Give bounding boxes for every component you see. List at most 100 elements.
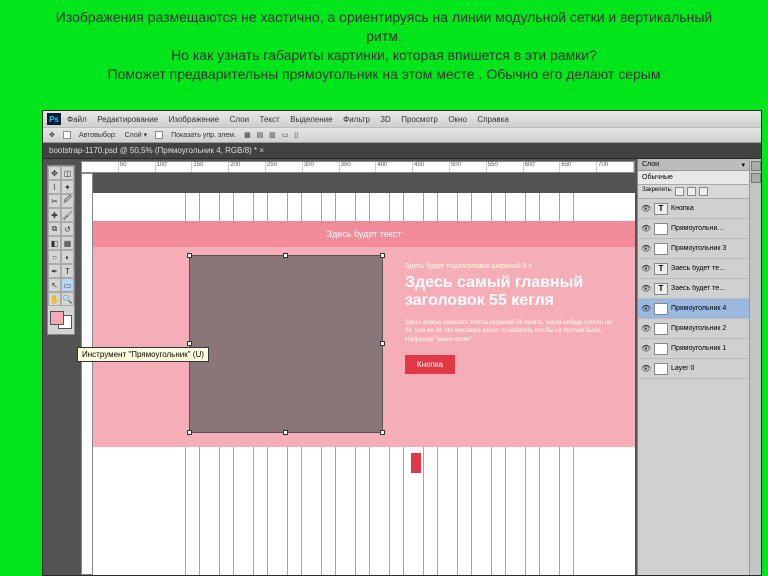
lock-all-icon[interactable] bbox=[699, 187, 708, 196]
menu-view[interactable]: Просмотр bbox=[401, 115, 438, 124]
gradient-tool[interactable]: ▦ bbox=[61, 236, 74, 250]
panel-strip bbox=[749, 159, 761, 575]
panel-collapse-icon[interactable] bbox=[751, 161, 761, 171]
layer-row[interactable]: 👁TКнопка bbox=[638, 199, 749, 219]
layer-name: Прямоугольник 3 bbox=[671, 245, 746, 252]
visibility-icon[interactable]: 👁 bbox=[641, 244, 651, 254]
type-tool[interactable]: T bbox=[61, 264, 74, 278]
menu-text[interactable]: Текст bbox=[260, 115, 280, 124]
placeholder-rectangle[interactable] bbox=[189, 255, 383, 433]
visibility-icon[interactable]: 👁 bbox=[641, 304, 651, 314]
move-tool-icon: ✥ bbox=[49, 131, 55, 139]
visibility-icon[interactable]: 👁 bbox=[641, 284, 651, 294]
handle-mr[interactable] bbox=[380, 341, 385, 346]
visibility-icon[interactable]: 👁 bbox=[641, 344, 651, 354]
menu-3d[interactable]: 3D bbox=[381, 115, 391, 124]
fg-color-swatch[interactable] bbox=[50, 311, 64, 325]
titlebar: Ps Файл Редактирование Изображение Слои … bbox=[43, 111, 761, 127]
layer-thumb bbox=[654, 363, 668, 375]
menu-file[interactable]: Файл bbox=[67, 115, 87, 124]
caption-line-1: Изображения размещаются не хаотично, а о… bbox=[40, 8, 728, 46]
layer-thumb bbox=[654, 303, 668, 315]
show-controls-checkbox[interactable] bbox=[155, 131, 163, 139]
caption-line-2: Но как узнать габариты картинки, которая… bbox=[40, 46, 728, 65]
autoselect-dropdown[interactable]: Слой ▾ bbox=[125, 131, 148, 139]
handle-tl[interactable] bbox=[187, 253, 192, 258]
panel-collapse-icon[interactable] bbox=[751, 173, 761, 183]
design-mockup: Здесь будет текст Здесь будет подзаголов… bbox=[93, 193, 635, 575]
visibility-icon[interactable]: 👁 bbox=[641, 204, 651, 214]
menu-select[interactable]: Выделение bbox=[290, 115, 332, 124]
zoom-tool[interactable]: 🔍 bbox=[61, 292, 74, 306]
blur-tool[interactable]: ○ bbox=[48, 250, 61, 264]
rectangle-tool[interactable]: ▭ bbox=[61, 278, 74, 292]
lock-pixels-icon[interactable] bbox=[675, 187, 684, 196]
history-tool[interactable]: ↺ bbox=[61, 222, 74, 236]
red-accent-bar bbox=[411, 453, 421, 473]
layer-name: Layer 0 bbox=[671, 365, 746, 372]
layer-thumb bbox=[654, 223, 668, 235]
crop-tool[interactable]: ✂ bbox=[48, 194, 61, 208]
panel-menu-icon[interactable]: ▾ bbox=[741, 161, 745, 169]
heal-tool[interactable]: ✚ bbox=[48, 208, 61, 222]
document: Здесь будет текст Здесь будет подзаголов… bbox=[93, 193, 635, 575]
right-panels: Слои▾ Обычные Закрепить: 👁TКнопка👁Прямоу… bbox=[637, 159, 761, 575]
menu-edit[interactable]: Редактирование bbox=[97, 115, 158, 124]
hand-tool[interactable]: ✋ bbox=[48, 292, 61, 306]
align-icons[interactable]: ▦ ▤ ▥ ▭ ▯ bbox=[244, 131, 300, 139]
layer-name: Прямоугольник 1 bbox=[671, 345, 746, 352]
layer-row[interactable]: 👁 Прямоугольник 3 bbox=[638, 239, 749, 259]
ps-logo-icon: Ps bbox=[47, 113, 61, 125]
marquee-tool[interactable]: ◫ bbox=[61, 166, 74, 180]
dodge-tool[interactable]: ◐ bbox=[61, 250, 74, 264]
slide-caption: Изображения размещаются не хаотично, а о… bbox=[0, 0, 768, 90]
hero-subheading: Здесь будет подзаголовок шириной 6 к bbox=[405, 263, 615, 270]
layer-thumb: T bbox=[654, 263, 668, 275]
layer-thumb: T bbox=[654, 203, 668, 215]
layer-row[interactable]: 👁Прямоугольник 4 bbox=[638, 299, 749, 319]
color-swatches[interactable] bbox=[48, 309, 74, 331]
layer-row[interactable]: 👁Прямоугольни… bbox=[638, 219, 749, 239]
move-tool[interactable]: ✥ bbox=[48, 166, 61, 180]
menu-filter[interactable]: Фильтр bbox=[343, 115, 370, 124]
stamp-tool[interactable]: ⧉ bbox=[48, 222, 61, 236]
handle-bc[interactable] bbox=[283, 430, 288, 435]
brush-tool[interactable]: 🖌 bbox=[61, 208, 74, 222]
options-bar: ✥ Автовыбор: Слой ▾ Показать упр. элем. … bbox=[43, 127, 761, 143]
handle-tc[interactable] bbox=[283, 253, 288, 258]
layer-row[interactable]: 👁TЗаесь будет те… bbox=[638, 279, 749, 299]
layers-panel-tab[interactable]: Слои▾ bbox=[638, 159, 749, 171]
path-tool[interactable]: ↖ bbox=[48, 278, 61, 292]
layer-row[interactable]: 👁TЗаесь будет те… bbox=[638, 259, 749, 279]
canvas-area[interactable]: Здесь будет текст Здесь будет подзаголов… bbox=[93, 173, 635, 575]
visibility-icon[interactable]: 👁 bbox=[641, 324, 651, 334]
ruler-vertical bbox=[81, 173, 93, 575]
menu-window[interactable]: Окно bbox=[448, 115, 467, 124]
eyedropper-tool[interactable]: 🖉 bbox=[61, 194, 74, 208]
toolbox: ✥◫ ⌇✦ ✂🖉 ✚🖌 ⧉↺ ◧▦ ○◐ ✒T ↖▭ ✋🔍 bbox=[47, 165, 75, 335]
lasso-tool[interactable]: ⌇ bbox=[48, 180, 61, 194]
mockup-header: Здесь будет текст bbox=[93, 221, 635, 247]
menu-image[interactable]: Изображение bbox=[169, 115, 219, 124]
layer-row[interactable]: 👁 Прямоугольник 1 bbox=[638, 339, 749, 359]
menu-help[interactable]: Справка bbox=[477, 115, 508, 124]
eraser-tool[interactable]: ◧ bbox=[48, 236, 61, 250]
menu-layers[interactable]: Слои bbox=[230, 115, 249, 124]
autoselect-checkbox[interactable] bbox=[63, 131, 71, 139]
handle-bl[interactable] bbox=[187, 430, 192, 435]
document-tab[interactable]: bootstrap-1170.psd @ 50,5% (Прямоугольни… bbox=[43, 143, 761, 159]
handle-br[interactable] bbox=[380, 430, 385, 435]
pen-tool[interactable]: ✒ bbox=[48, 264, 61, 278]
layer-row[interactable]: 👁Прямоугольник 2 bbox=[638, 319, 749, 339]
lock-position-icon[interactable] bbox=[687, 187, 696, 196]
visibility-icon[interactable]: 👁 bbox=[641, 364, 651, 374]
hero-title: Здесь самый главныйзаголовок 55 кегля bbox=[405, 274, 615, 311]
layer-name: Кнопка bbox=[671, 205, 746, 212]
handle-tr[interactable] bbox=[380, 253, 385, 258]
layer-row[interactable]: 👁 Layer 0 bbox=[638, 359, 749, 379]
wand-tool[interactable]: ✦ bbox=[61, 180, 74, 194]
blend-mode-dropdown[interactable]: Обычные bbox=[638, 171, 749, 185]
visibility-icon[interactable]: 👁 bbox=[641, 224, 651, 234]
visibility-icon[interactable]: 👁 bbox=[641, 264, 651, 274]
handle-ml[interactable] bbox=[187, 341, 192, 346]
